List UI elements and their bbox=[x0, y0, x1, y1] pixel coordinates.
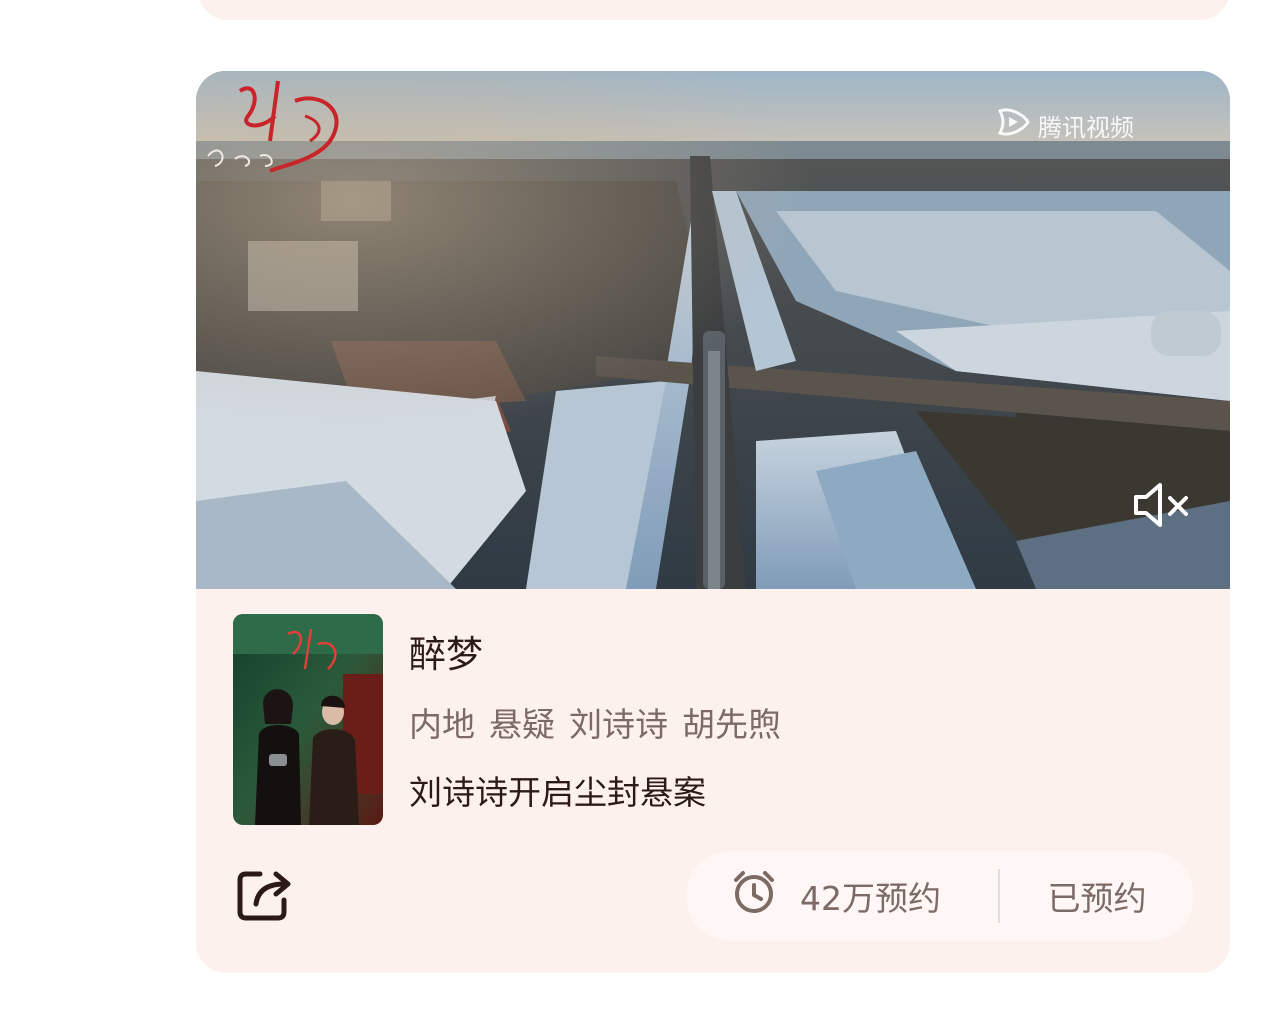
reservation-pill: 42万预约 已预约 bbox=[686, 851, 1194, 941]
tencent-video-logo-icon bbox=[996, 107, 1032, 143]
reservation-count-text: 42万预约 bbox=[800, 879, 941, 918]
watermark-text: 腾讯视频 bbox=[1038, 113, 1134, 142]
show-title[interactable]: 醉梦 bbox=[409, 631, 483, 679]
tag-actor: 胡先煦 bbox=[682, 705, 781, 744]
reservation-count: 42万预约 bbox=[686, 868, 998, 924]
tencent-video-watermark: 腾讯视频 bbox=[996, 107, 1134, 143]
previous-card-bottom bbox=[198, 0, 1230, 20]
share-icon[interactable] bbox=[234, 864, 294, 924]
video-card[interactable]: 腾讯视频 醉梦 内地 悬疑 刘诗诗 胡先煦 刘诗诗开启尘封悬案 42万预约 已预… bbox=[196, 71, 1230, 973]
alarm-clock-icon bbox=[730, 868, 778, 924]
tag-genre: 悬疑 bbox=[489, 705, 555, 744]
reserved-button[interactable]: 已预约 bbox=[1000, 872, 1194, 920]
tag-region: 内地 bbox=[409, 705, 475, 744]
poster-image[interactable] bbox=[233, 614, 383, 825]
drama-title-logo-icon bbox=[200, 71, 360, 185]
tag-actor: 刘诗诗 bbox=[569, 705, 668, 744]
show-description: 刘诗诗开启尘封悬案 bbox=[409, 773, 706, 812]
video-player[interactable]: 腾讯视频 bbox=[196, 71, 1230, 589]
speaker-muted-icon[interactable] bbox=[1130, 475, 1192, 535]
show-tags: 内地 悬疑 刘诗诗 胡先煦 bbox=[409, 703, 781, 747]
